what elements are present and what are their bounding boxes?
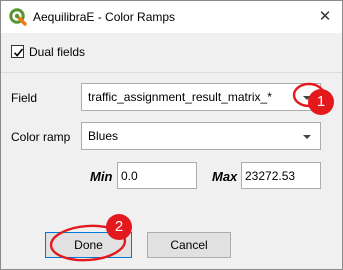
max-input-value: 23272.53 (245, 169, 296, 183)
dialog-window: AequilibraE - Color Ramps ✕ Dual fields … (0, 0, 343, 270)
close-icon: ✕ (318, 8, 332, 25)
cancel-button[interactable]: Cancel (147, 232, 231, 258)
color-ramp-select-value: Blues (88, 129, 119, 143)
chevron-down-icon[interactable] (302, 130, 312, 144)
min-input-value: 0.0 (121, 169, 138, 183)
color-ramp-label: Color ramp (11, 130, 71, 144)
min-input[interactable]: 0.0 (117, 162, 197, 189)
divider (1, 72, 342, 73)
checkmark-icon (13, 48, 24, 57)
dual-fields-checkbox[interactable] (11, 45, 24, 58)
qgis-icon (9, 8, 27, 26)
annotation-badge-2: 2 (106, 214, 132, 240)
window-title: AequilibraE - Color Ramps (33, 10, 176, 24)
min-label: Min (90, 169, 113, 184)
max-label: Max (212, 169, 238, 184)
annotation-badge-1: 1 (308, 89, 334, 115)
dual-fields-label: Dual fields (29, 45, 86, 59)
title-bar: AequilibraE - Color Ramps ✕ (1, 1, 342, 33)
field-label: Field (11, 91, 38, 105)
field-select-value: traffic_assignment_result_matrix_* (88, 90, 272, 104)
color-ramp-select[interactable]: Blues (81, 122, 321, 150)
close-button[interactable]: ✕ (314, 7, 336, 27)
max-input[interactable]: 23272.53 (241, 162, 321, 189)
field-select[interactable]: traffic_assignment_result_matrix_* (81, 83, 321, 111)
